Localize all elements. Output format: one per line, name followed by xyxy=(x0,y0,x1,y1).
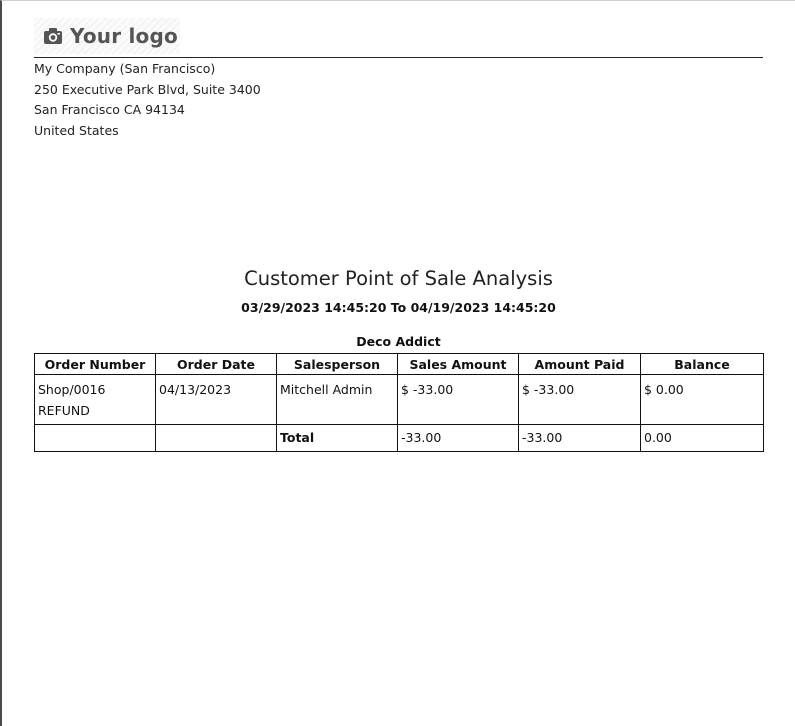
column-header-order-date: Order Date xyxy=(155,353,277,375)
cell-balance: $ 0.00 xyxy=(640,374,764,425)
column-header-sales-amount: Sales Amount xyxy=(397,353,519,375)
address-line-company: My Company (San Francisco) xyxy=(34,61,216,76)
cell-order-date: 04/13/2023 xyxy=(155,374,277,425)
report-title: Customer Point of Sale Analysis xyxy=(244,267,553,290)
cell-salesperson: Mitchell Admin xyxy=(276,374,398,425)
column-header-amount-paid: Amount Paid xyxy=(518,353,641,375)
cell-amount-paid: $ -33.00 xyxy=(518,374,641,425)
column-header-balance: Balance xyxy=(640,353,764,375)
totals-empty-cell xyxy=(155,424,277,452)
address-line-street: 250 Executive Park Blvd, Suite 3400 xyxy=(34,81,261,97)
address-line-country: United States xyxy=(34,122,119,138)
header-divider xyxy=(34,57,763,58)
total-balance: 0.00 xyxy=(640,424,764,452)
table-header-row: Order Number Order Date Salesperson Sale… xyxy=(34,353,764,375)
totals-row: Total -33.00 -33.00 0.00 xyxy=(34,424,764,452)
report-date-range: 03/29/2023 14:45:20 To 04/19/2023 14:45:… xyxy=(241,300,556,315)
column-header-order-number: Order Number xyxy=(34,353,156,375)
sales-table: Order Number Order Date Salesperson Sale… xyxy=(34,353,764,452)
total-amount-paid: -33.00 xyxy=(518,424,641,452)
total-sales-amount: -33.00 xyxy=(397,424,519,452)
table-row: Shop/0016 REFUND 04/13/2023 Mitchell Adm… xyxy=(34,374,764,425)
customer-name: Deco Addict xyxy=(356,334,441,349)
column-header-salesperson: Salesperson xyxy=(276,353,398,375)
camera-icon xyxy=(42,25,64,47)
cell-sales-amount: $ -33.00 xyxy=(397,374,519,425)
company-logo: Your logo xyxy=(34,18,180,54)
company-address: My Company (San Francisco) 250 Executive… xyxy=(34,59,261,141)
totals-label: Total xyxy=(276,424,398,452)
cell-order-number: Shop/0016 REFUND xyxy=(34,374,156,425)
totals-empty-cell xyxy=(34,424,156,452)
logo-text: Your logo xyxy=(70,24,178,48)
address-line-city: San Francisco CA 94134 xyxy=(34,102,185,117)
